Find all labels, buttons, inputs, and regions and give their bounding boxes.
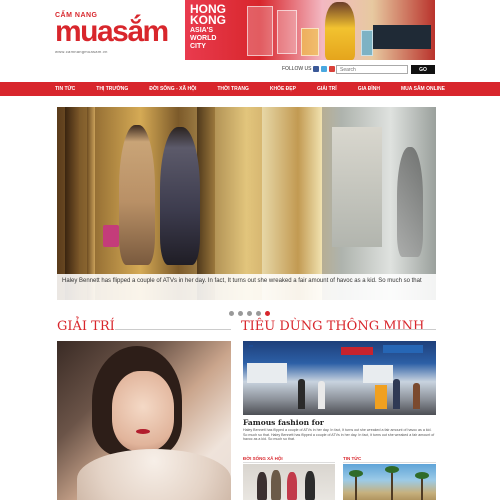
- article-excerpt: Haley Bennett has flipped a couple of AT…: [243, 428, 435, 442]
- banner-shopping-bag: [361, 30, 373, 56]
- slider-dot[interactable]: [247, 311, 252, 316]
- main-nav: TIN TỨC THỊ TRƯỜNG ĐỜI SỐNG - XÃ HỘI THỜ…: [0, 82, 500, 96]
- slide-bystander: [397, 147, 423, 257]
- slider-dot-active[interactable]: [265, 311, 270, 316]
- thumb-figure: [287, 472, 297, 500]
- thumb-figure: [257, 472, 267, 500]
- banner-photo-frame: [247, 6, 273, 56]
- nav-item-khoe-dep[interactable]: KHỎE ĐẸP: [270, 86, 296, 92]
- tin-tuc-thumbnail[interactable]: [343, 464, 436, 500]
- shopper: [318, 381, 325, 409]
- nav-item-thi-truong[interactable]: THỊ TRƯỜNG: [96, 86, 128, 92]
- subsection-divider: [343, 462, 436, 463]
- search-go-button[interactable]: GO: [411, 65, 435, 74]
- entertainment-feature-image[interactable]: [57, 341, 231, 500]
- slide-street-building: [332, 127, 382, 247]
- store-display: [375, 385, 387, 409]
- photo-face: [112, 371, 174, 451]
- section-title-entertainment[interactable]: GIẢI TRÍ: [57, 319, 115, 334]
- nav-item-tin-tuc[interactable]: TIN TỨC: [55, 86, 75, 92]
- palm-tree: [391, 470, 393, 500]
- slider-dot[interactable]: [256, 311, 261, 316]
- nav-item-mua-sam-online[interactable]: MUA SẮM ONLINE: [401, 86, 445, 92]
- nav-item-gia-dinh[interactable]: GIA ĐÌNH: [358, 86, 380, 92]
- store-sign: [341, 347, 373, 355]
- nav-item-thoi-trang[interactable]: THỜI TRANG: [217, 86, 248, 92]
- banner-shopping-bag: [301, 28, 319, 56]
- photo-fur-coat: [77, 449, 231, 500]
- doi-song-thumbnail[interactable]: [243, 464, 335, 500]
- slide-model-left: [119, 125, 155, 265]
- article-title[interactable]: Famous fashion for: [243, 418, 324, 427]
- slide-model-right: [160, 127, 200, 265]
- site-logo[interactable]: CẨM NANG muasắm www.camnangmuasam.vn: [55, 12, 175, 54]
- palm-frond: [349, 470, 363, 477]
- follow-label: FOLLOW US: [282, 66, 312, 72]
- smart-consumer-feature-image[interactable]: [243, 341, 436, 415]
- search-input[interactable]: [336, 65, 408, 74]
- store-shelf: [247, 363, 287, 383]
- section-title-smart-consumer[interactable]: TIÊU DÙNG THÔNG MINH: [241, 319, 424, 334]
- thumb-figure: [305, 471, 315, 500]
- slider-pagination: [229, 311, 270, 316]
- palm-frond: [385, 466, 399, 473]
- store-sign: [383, 345, 423, 353]
- youtube-icon[interactable]: [329, 66, 336, 72]
- slider-dot[interactable]: [229, 311, 234, 316]
- facebook-icon[interactable]: [313, 66, 320, 72]
- subsection-label-doi-song[interactable]: ĐỜI SỐNG XÃ HỘI: [243, 456, 283, 461]
- banner-model: [325, 2, 355, 60]
- nav-item-doi-song-xa-hoi[interactable]: ĐỜI SỐNG - XÃ HỘI: [149, 86, 196, 92]
- featured-slider[interactable]: Haley Bennett has flipped a couple of AT…: [57, 107, 436, 300]
- slider-dot[interactable]: [238, 311, 243, 316]
- slide-handbag: [103, 225, 119, 247]
- twitter-icon[interactable]: [321, 66, 328, 72]
- logo-url: www.camnangmuasam.vn: [55, 49, 108, 54]
- shopper: [298, 379, 305, 409]
- store-shelf: [363, 365, 393, 383]
- slide-storefront-pillar: [65, 107, 79, 300]
- banner-photo-frame: [277, 10, 297, 54]
- section-divider: [115, 329, 231, 330]
- slide-caption: Haley Bennett has flipped a couple of AT…: [57, 274, 436, 300]
- section-divider: [373, 329, 436, 330]
- follow-us: FOLLOW US: [282, 66, 344, 72]
- slide-window-reflection: [262, 107, 322, 300]
- subsection-divider: [243, 462, 335, 463]
- thumb-figure: [271, 470, 281, 500]
- banner-subline: ASIA'S WORLD CITY: [190, 27, 217, 50]
- store-sign: [249, 345, 253, 347]
- nav-item-giai-tri[interactable]: GIẢI TRÍ: [317, 86, 337, 92]
- shopper: [413, 383, 420, 409]
- shopper: [393, 379, 400, 409]
- subsection-label-tin-tuc[interactable]: TIN TỨC: [343, 456, 361, 461]
- palm-tree: [355, 474, 357, 500]
- header-ad-banner[interactable]: HONG KONG ASIA'S WORLD CITY: [185, 0, 435, 60]
- slide-storefront-pillar: [87, 107, 95, 300]
- banner-headline: HONG KONG: [190, 2, 226, 27]
- photo-lips: [136, 429, 150, 434]
- logo-wordmark: muasắm: [55, 15, 169, 48]
- banner-logo-block: [373, 25, 431, 49]
- palm-tree: [421, 476, 423, 500]
- palm-frond: [415, 472, 429, 479]
